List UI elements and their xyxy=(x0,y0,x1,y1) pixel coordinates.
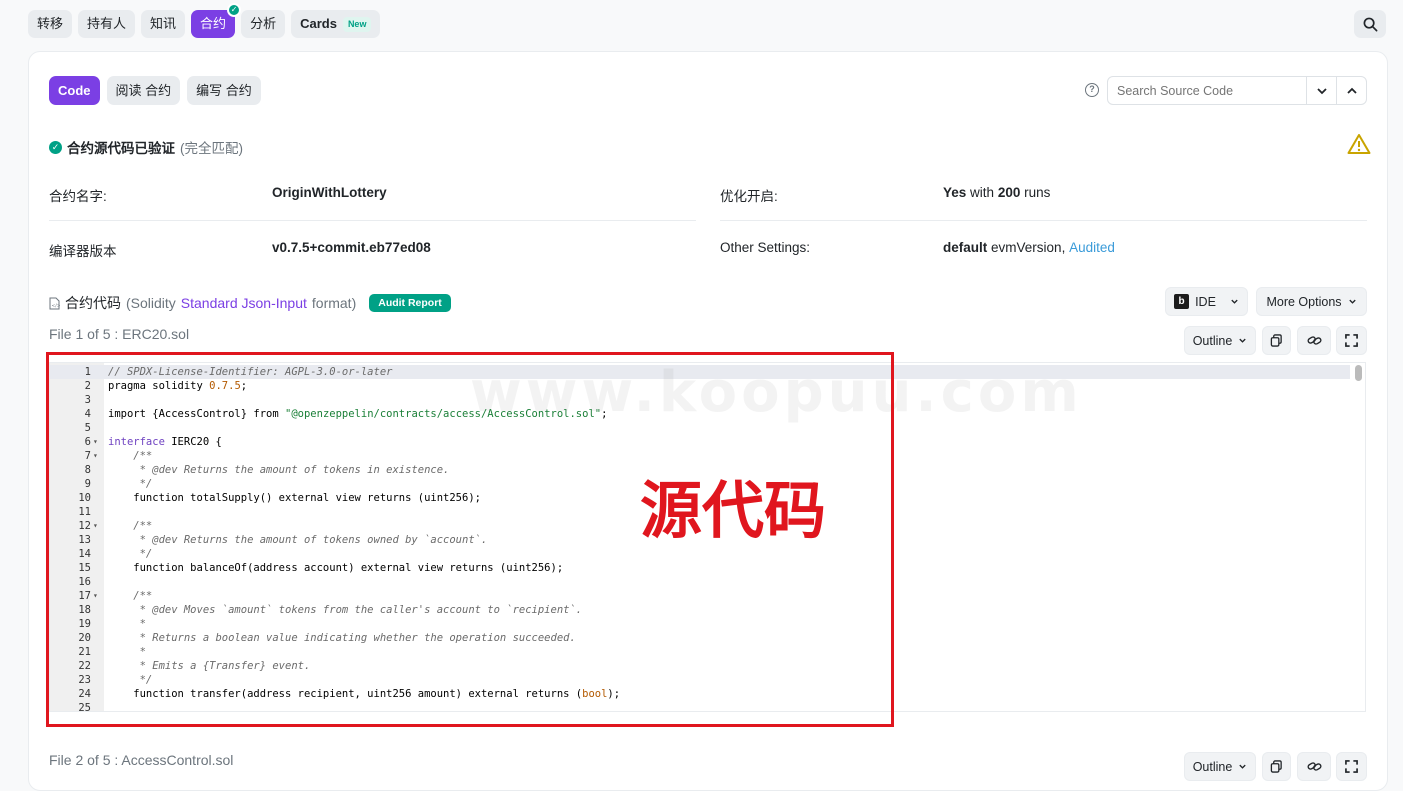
search-next-button[interactable] xyxy=(1306,77,1336,104)
contract-subtabs: Code 阅读 合约 编写 合约 xyxy=(49,76,261,105)
tab-holders[interactable]: 持有人 xyxy=(78,10,136,38)
search-icon xyxy=(1363,17,1377,31)
editor-scrollbar[interactable] xyxy=(1355,365,1362,381)
tab-analytics[interactable]: 分析 xyxy=(241,10,286,38)
search-prev-button[interactable] xyxy=(1336,77,1366,104)
check-circle-icon: ✓ xyxy=(49,140,62,154)
chevron-up-icon xyxy=(1346,87,1357,94)
compiler-value: v0.7.5+commit.eb77ed08 xyxy=(272,240,431,255)
compiler-label: 编译器版本 xyxy=(49,244,117,259)
warning-icon[interactable] xyxy=(1347,133,1371,155)
outline-button[interactable]: Outline xyxy=(1184,752,1256,781)
expand-icon xyxy=(1345,334,1358,347)
contract-name-label: 合约名字: xyxy=(49,189,107,204)
divider xyxy=(720,220,1367,221)
help-icon[interactable]: ? xyxy=(1085,83,1099,97)
copy-button[interactable] xyxy=(1262,752,1291,781)
subtab-read-contract[interactable]: 阅读 合约 xyxy=(106,76,181,105)
link-icon xyxy=(1306,762,1322,771)
verified-check-icon: ✓ xyxy=(227,3,242,17)
copy-icon xyxy=(1270,334,1282,347)
top-tabs: 转移 持有人 知讯 合约 ✓ 分析 Cards New xyxy=(28,3,381,38)
chevron-down-icon xyxy=(1348,299,1356,304)
audit-report-badge[interactable]: Audit Report xyxy=(369,294,451,312)
search-button[interactable] xyxy=(1354,10,1386,38)
chevron-down-icon xyxy=(1316,87,1327,94)
expand-icon xyxy=(1345,760,1358,773)
verified-status: ✓ 合约源代码已验证 (完全匹配) xyxy=(49,137,243,157)
subtab-code[interactable]: Code xyxy=(49,76,100,105)
contract-name-value: OriginWithLottery xyxy=(272,185,387,200)
contract-source-title: </> 合约代码 (Solidity Standard Json-Input f… xyxy=(49,293,451,313)
divider xyxy=(49,220,696,221)
optimization-value: Yes with 200 runs xyxy=(943,185,1051,200)
tab-info[interactable]: 知讯 xyxy=(141,10,186,38)
source-code-annotation: 源代码 xyxy=(640,474,827,547)
tab-cards[interactable]: Cards New xyxy=(291,10,381,38)
outline-button[interactable]: Outline xyxy=(1184,326,1256,355)
fullscreen-button[interactable] xyxy=(1336,326,1367,355)
tab-contract[interactable]: 合约 ✓ xyxy=(191,3,242,38)
source-search xyxy=(1107,76,1367,105)
more-options-button[interactable]: More Options xyxy=(1256,287,1367,316)
permalink-button[interactable] xyxy=(1297,752,1331,781)
chevron-down-icon xyxy=(1231,299,1238,304)
ide-button[interactable]: b IDE xyxy=(1165,287,1248,316)
copy-icon xyxy=(1270,760,1282,773)
audited-link[interactable]: Audited xyxy=(1069,240,1115,255)
other-settings-value: default evmVersion, Audited xyxy=(943,240,1115,255)
fullscreen-button[interactable] xyxy=(1336,752,1367,781)
other-settings-label: Other Settings: xyxy=(720,240,811,255)
file-2-label: File 2 of 5 : AccessControl.sol xyxy=(49,752,234,768)
copy-button[interactable] xyxy=(1262,326,1291,355)
chevron-down-icon xyxy=(1239,338,1246,343)
permalink-button[interactable] xyxy=(1297,326,1331,355)
new-badge: New xyxy=(342,16,372,32)
file-code-icon: </> xyxy=(49,297,61,309)
standard-json-input-link[interactable]: Standard Json-Input xyxy=(181,295,307,311)
source-search-input[interactable] xyxy=(1108,77,1306,104)
chevron-down-icon xyxy=(1239,764,1246,769)
subtab-write-contract[interactable]: 编写 合约 xyxy=(187,76,261,105)
svg-text:</>: </> xyxy=(52,303,61,309)
file-1-label: File 1 of 5 : ERC20.sol xyxy=(49,326,190,342)
ide-logo-icon: b xyxy=(1174,294,1190,309)
link-icon xyxy=(1306,336,1322,345)
optimization-label: 优化开启: xyxy=(720,189,778,204)
tab-transfers[interactable]: 转移 xyxy=(28,10,73,38)
